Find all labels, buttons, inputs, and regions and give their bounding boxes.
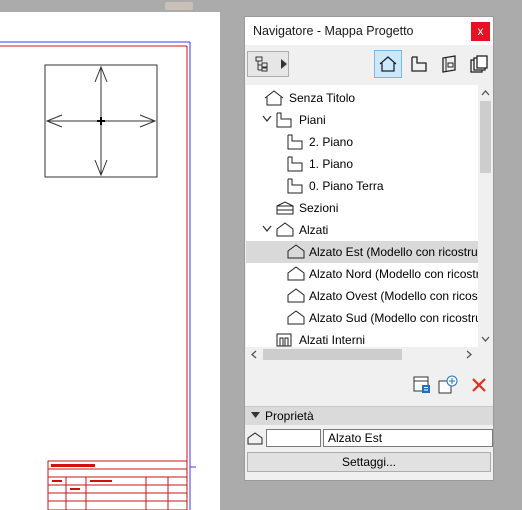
tree-item[interactable]: 2. Piano [246,131,478,153]
scroll-up-icon[interactable] [481,89,490,98]
close-button[interactable]: x [471,22,490,41]
elevation-icon [247,432,263,445]
section-icon [276,201,294,215]
project-tree[interactable]: Senza Titolo Piani 2. Piano 1. Piano 0. … [246,85,478,347]
palette-title: Navigatore - Mappa Progetto [253,24,414,38]
tree-icon [255,56,268,72]
tree-item[interactable]: Alzato Sud (Modello con ricostruzione) [246,307,478,329]
tree-item-label: Piani [299,113,326,127]
navigator-actions [245,373,493,399]
elevation-icon [287,266,305,281]
publisher-sets-button[interactable] [465,50,493,78]
tree-item-label: Alzato Nord (Modello con ricostruzione) [309,267,478,281]
elevation-icon [287,244,305,259]
publisher-sets-icon [470,55,488,73]
tree-item-label: Alzato Sud (Modello con ricostruzione) [309,311,478,325]
tree-item[interactable]: 0. Piano Terra [246,175,478,197]
tab-handle[interactable] [165,2,193,10]
view-name-field[interactable]: Alzato Est [323,429,493,447]
chevron-right-icon [281,59,287,69]
tree-item-label: 0. Piano Terra [309,179,384,193]
view-id-field[interactable] [266,429,321,447]
new-view-icon[interactable] [438,375,458,395]
tree-item[interactable]: Senza Titolo [246,87,478,109]
tree-item[interactable]: Alzati Interni [246,329,478,347]
layout-book-button[interactable] [435,50,463,78]
close-icon: x [477,24,484,38]
story-icon [287,156,303,172]
scroll-left-icon[interactable] [250,350,259,359]
properties-header[interactable]: Proprietà [245,406,493,425]
tree-horizontal-scrollbar[interactable] [246,347,493,362]
scroll-thumb[interactable] [480,101,491,173]
tree-item-label: Senza Titolo [289,91,356,105]
tree-item[interactable]: Alzati [246,219,478,241]
project-map-icon [379,56,397,72]
stories-icon [276,112,292,128]
project-house-icon [264,90,284,106]
story-icon [287,134,303,150]
interior-elevation-icon [276,333,292,347]
scroll-down-icon[interactable] [481,334,490,343]
tree-item-label: 1. Piano [309,157,354,171]
settings-button[interactable]: Settaggi... [247,452,491,472]
tree-item[interactable]: Sezioni [246,197,478,219]
tree-item-label: Sezioni [299,201,339,215]
tree-item-selected[interactable]: Alzato Est (Modello con ricostruzione) [246,241,478,263]
layout-book-icon [442,55,456,73]
elevation-icon [287,310,305,325]
view-map-button[interactable] [405,50,433,78]
tree-item[interactable]: Alzato Ovest (Modello con ricostruzione) [246,285,478,307]
navigator-toolbar [245,45,493,83]
chevron-down-icon [251,412,260,418]
tree-item-label: Alzati [299,223,329,237]
open-settings-icon[interactable] [412,375,432,395]
delete-icon[interactable] [469,375,489,395]
chevron-down-icon[interactable] [262,115,272,123]
top-strip [0,0,243,12]
tree-vertical-scrollbar[interactable] [478,85,493,347]
tree-item-label: 2. Piano [309,135,354,149]
tree-item-label: Alzato Ovest (Modello con ricostruzione) [309,289,478,303]
elevation-icon [287,288,305,303]
map-type-dropdown[interactable] [247,51,289,77]
properties-title: Proprietà [265,409,314,423]
tree-item-label: Alzato Est (Modello con ricostruzione) [309,245,478,259]
tree-item-label: Alzati Interni [299,333,366,347]
properties-row: Alzato Est [245,429,493,449]
drawing-canvas[interactable] [0,12,221,510]
scroll-thumb[interactable] [263,349,402,360]
view-map-icon [411,56,427,72]
tree-item[interactable]: Piani [246,109,478,131]
scroll-right-icon[interactable] [464,350,473,359]
chevron-down-icon[interactable] [262,225,272,233]
navigator-palette: Navigatore - Mappa Progetto x Senza Tito… [244,16,494,481]
story-icon [287,178,303,194]
tree-item[interactable]: 1. Piano [246,153,478,175]
project-map-button[interactable] [374,50,402,78]
elevation-icon [276,222,294,237]
tree-item[interactable]: Alzato Nord (Modello con ricostruzione) [246,263,478,285]
workspace-gap [220,0,243,510]
palette-titlebar[interactable]: Navigatore - Mappa Progetto x [245,17,493,45]
